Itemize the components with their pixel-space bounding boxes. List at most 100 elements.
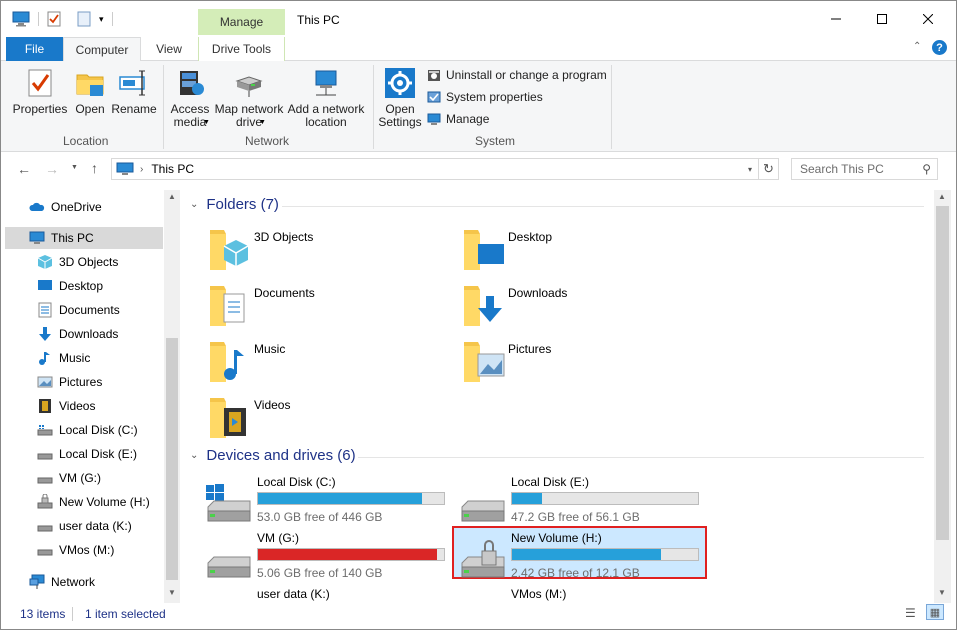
group-separator — [373, 65, 374, 149]
ribbon: Properties Open Rename Location Access m… — [1, 61, 956, 152]
properties-label: Properties — [12, 102, 68, 116]
cube-icon — [37, 255, 53, 269]
customize-qat-icon[interactable]: ▾ — [99, 14, 104, 25]
separator — [111, 12, 113, 26]
properties-check-icon[interactable] — [47, 11, 61, 27]
network-group-label: Network — [245, 134, 290, 148]
network-location-icon — [315, 70, 337, 96]
title-bar: ▾ Manage This PC — [1, 1, 956, 37]
open-settings-label-2: Settings — [378, 115, 422, 129]
details-view-icon[interactable]: ☰ — [905, 606, 916, 620]
content-scrollbar-thumb[interactable] — [936, 206, 949, 540]
folder-documents[interactable]: Documents — [206, 282, 315, 330]
uninstall-icon — [428, 70, 440, 81]
tab-computer[interactable]: Computer — [63, 37, 141, 62]
open-button[interactable]: Open — [71, 67, 109, 116]
help-icon[interactable]: ? — [932, 40, 947, 55]
scroll-down-icon[interactable]: ▼ — [938, 588, 946, 597]
tab-file[interactable]: File — [6, 37, 63, 61]
drive-vm-g[interactable]: VM (G:) 5.06 GB free of 140 GB — [202, 529, 452, 585]
drive-icon — [37, 525, 53, 532]
documents-folder-icon — [210, 286, 245, 326]
tiles-view-icon[interactable]: ▦ — [926, 604, 944, 620]
settings-gear-icon — [385, 68, 415, 98]
drive-new-volume-h[interactable]: New Volume (H:) 2.42 GB free of 12.1 GB — [456, 529, 706, 585]
add-network-location-button[interactable]: Add a network location — [287, 67, 365, 129]
folder-3d-objects[interactable]: 3D Objects — [206, 226, 313, 274]
folders-section-header[interactable]: ⌄ Folders (7) — [190, 196, 279, 213]
navigation-bar: ← → ▼ ↑ › This PC ▾ ↻ Search This PC ⚲ — [1, 153, 956, 185]
folder-desktop[interactable]: Desktop — [460, 226, 552, 274]
manage-button[interactable]: Manage — [427, 112, 489, 126]
chevron-down-icon: ▼ — [259, 119, 266, 126]
minimize-button[interactable] — [813, 1, 859, 37]
search-box[interactable]: Search This PC ⚲ — [791, 158, 938, 180]
back-arrow-icon[interactable]: ← — [17, 161, 31, 177]
drive-user-data-k[interactable]: user data (K:) — [202, 585, 452, 605]
locked-drive-icon — [461, 540, 505, 578]
folder-music[interactable]: Music — [206, 338, 285, 386]
scroll-up-icon[interactable]: ▲ — [938, 192, 946, 201]
scroll-up-icon[interactable]: ▲ — [168, 192, 176, 201]
drive-icon — [207, 556, 251, 578]
cloud-icon — [29, 202, 45, 211]
properties-button[interactable]: Properties — [13, 67, 67, 116]
uninstall-program-button[interactable]: Uninstall or change a program — [427, 68, 607, 82]
drive-local-disk-c[interactable]: Local Disk (C:) 53.0 GB free of 446 GB — [202, 473, 452, 529]
map-network-drive-button[interactable]: Map network drive — [213, 67, 285, 129]
folder-pictures[interactable]: Pictures — [460, 338, 551, 386]
desktop-icon — [38, 280, 52, 290]
system-properties-icon — [427, 91, 441, 103]
address-bar[interactable]: › This PC ▾ ↻ — [111, 158, 779, 180]
maximize-button[interactable] — [859, 1, 905, 37]
sidebar-item-this-pc[interactable]: This PC — [5, 227, 163, 249]
up-arrow-icon[interactable]: ↑ — [91, 160, 98, 176]
item-count: 13 items — [20, 607, 66, 621]
media-icon — [180, 71, 204, 95]
tab-drive-tools[interactable]: Drive Tools — [198, 37, 285, 61]
system-properties-button[interactable]: System properties — [427, 90, 543, 104]
tab-view[interactable]: View — [143, 37, 195, 61]
desktop-folder-icon — [464, 230, 504, 270]
scroll-down-icon[interactable]: ▼ — [168, 588, 176, 597]
access-media-label-2: media — [173, 115, 207, 129]
computer-icon[interactable] — [12, 11, 30, 27]
minimize-ribbon-icon[interactable]: ⌃ — [913, 41, 921, 52]
drive-icon — [37, 425, 53, 436]
address-history-chevron-icon[interactable]: ▾ — [748, 165, 752, 174]
new-folder-icon[interactable] — [77, 11, 91, 27]
status-separator — [72, 607, 73, 621]
rename-button[interactable]: Rename — [111, 67, 157, 116]
computer-icon — [116, 162, 134, 175]
navigation-pane: OneDrive This PC 3D Objects Desktop Docu… — [1, 190, 181, 603]
open-folder-icon — [76, 74, 104, 96]
uninstall-label: Uninstall or change a program — [446, 68, 607, 82]
refresh-icon[interactable]: ↻ — [758, 158, 778, 180]
download-arrow-icon — [39, 327, 51, 341]
film-icon — [39, 399, 51, 413]
drive-icon — [37, 453, 53, 460]
forward-arrow-icon[interactable]: → — [45, 161, 59, 177]
open-settings-button[interactable]: Open Settings — [378, 67, 422, 129]
network-icon — [29, 574, 45, 589]
drive-vmos-m[interactable]: VMos (M:) — [456, 585, 706, 605]
content-scrollbar[interactable]: ▲ ▼ — [934, 190, 951, 603]
close-button[interactable] — [905, 1, 951, 37]
breadcrumb-chevron-icon[interactable]: › — [140, 164, 143, 175]
nav-scrollbar[interactable]: ▲ ▼ — [164, 190, 180, 603]
collapse-chevron-icon[interactable]: ⌄ — [190, 450, 198, 461]
location-group-label: Location — [63, 134, 109, 148]
system-group-label: System — [475, 134, 516, 148]
breadcrumb-this-pc[interactable]: This PC — [151, 162, 194, 176]
folder-downloads[interactable]: Downloads — [460, 282, 567, 330]
search-input[interactable]: Search This PC — [800, 162, 884, 176]
manage-label: Manage — [446, 112, 490, 126]
nav-scrollbar-thumb[interactable] — [166, 338, 178, 580]
ribbon-tabs: File Computer View Drive Tools ⌃ ? — [1, 37, 956, 62]
folder-videos[interactable]: Videos — [206, 394, 290, 442]
collapse-chevron-icon[interactable]: ⌄ — [190, 199, 198, 210]
drives-section-header[interactable]: ⌄ Devices and drives (6) — [190, 447, 356, 464]
windows-drive-icon — [206, 484, 251, 522]
recent-locations-chevron-icon[interactable]: ▼ — [71, 164, 78, 171]
drive-local-disk-e[interactable]: Local Disk (E:) 47.2 GB free of 56.1 GB — [456, 473, 706, 529]
